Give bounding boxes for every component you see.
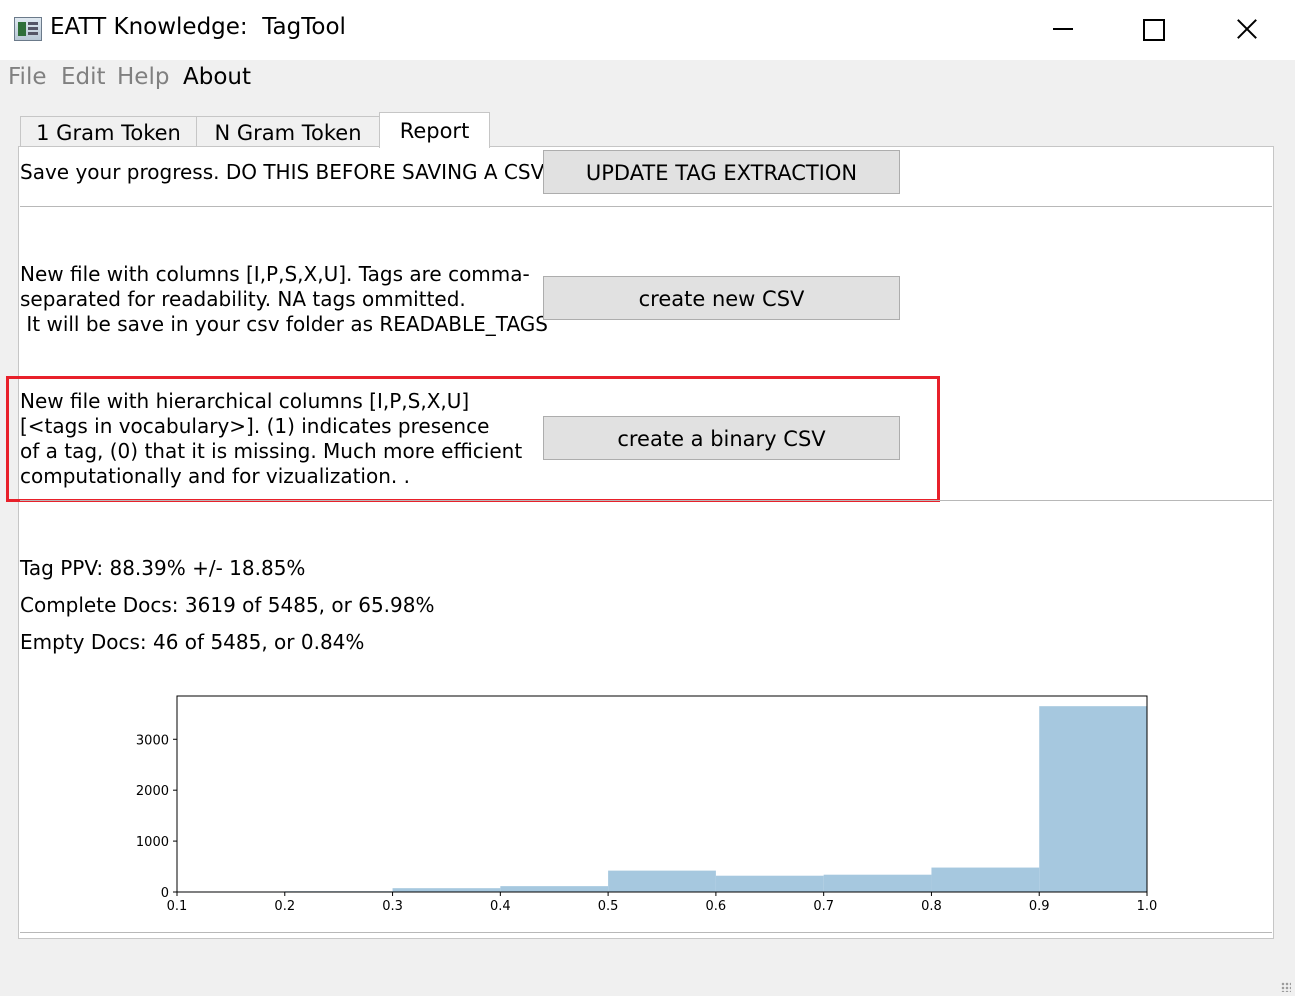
x-tick-label: 1.0: [1137, 899, 1158, 914]
x-tick-label: 0.6: [706, 899, 727, 914]
x-tick-label: 0.5: [598, 899, 619, 914]
readable-csv-description: New file with columns [I,P,S,X,U]. Tags …: [20, 262, 548, 336]
x-tick-label: 0.2: [274, 899, 295, 914]
plot-frame: [176, 695, 1148, 893]
menu-edit[interactable]: Edit: [61, 64, 106, 90]
y-tick-label: 0: [161, 886, 169, 901]
divider: [20, 500, 1272, 501]
histogram-bar: [823, 874, 932, 892]
x-tick-label: 0.7: [813, 899, 834, 914]
histogram-bar: [1039, 706, 1147, 892]
menu-help[interactable]: Help: [117, 64, 169, 90]
window-title: EATT Knowledge: TagTool: [50, 14, 346, 40]
highlight-box: [6, 376, 940, 502]
histogram-bar: [392, 888, 501, 892]
histogram-bar: [608, 870, 716, 892]
create-new-csv-button[interactable]: create new CSV: [543, 276, 900, 320]
x-tick-label: 0.9: [1029, 899, 1050, 914]
save-progress-label: Save your progress. DO THIS BEFORE SAVIN…: [20, 160, 553, 184]
resize-grip[interactable]: [1281, 982, 1291, 992]
close-icon[interactable]: [1222, 8, 1268, 52]
y-tick-label: 3000: [136, 733, 169, 748]
y-tick-label: 1000: [136, 835, 169, 850]
histogram-bar: [500, 886, 609, 892]
maximize-icon[interactable]: [1130, 8, 1176, 52]
empty-docs-stat: Empty Docs: 46 of 5485, or 0.84%: [20, 630, 365, 654]
tab-1-gram-token[interactable]: 1 Gram Token: [20, 116, 197, 146]
minimize-icon[interactable]: [1040, 8, 1086, 52]
tag-ppv-stat: Tag PPV: 88.39% +/- 18.85%: [20, 556, 306, 580]
tab-n-gram-token[interactable]: N Gram Token: [196, 116, 380, 146]
menu-about[interactable]: About: [183, 64, 251, 90]
title-bar: EATT Knowledge: TagTool: [0, 0, 1295, 60]
update-tag-extraction-button[interactable]: UPDATE TAG EXTRACTION: [543, 150, 900, 194]
menu-file[interactable]: File: [8, 64, 47, 90]
x-tick-label: 0.4: [490, 899, 511, 914]
complete-docs-stat: Complete Docs: 3619 of 5485, or 65.98%: [20, 593, 435, 617]
x-tick-label: 0.3: [382, 899, 403, 914]
x-tick-label: 0.8: [921, 899, 942, 914]
app-icon: [14, 17, 42, 41]
x-tick-label: 0.1: [167, 899, 188, 914]
histogram-bar: [931, 867, 1040, 892]
histogram-bar: [715, 875, 824, 892]
tab-report[interactable]: Report: [379, 112, 490, 148]
y-tick-label: 2000: [136, 784, 169, 799]
divider: [20, 206, 1272, 207]
divider: [20, 932, 1272, 933]
histogram-chart: 0.1 0.2 0.3 0.4 0.5 0.6 0.7 0.8 0.9 1.0 0 1000 2000 3…: [136, 695, 1158, 914]
